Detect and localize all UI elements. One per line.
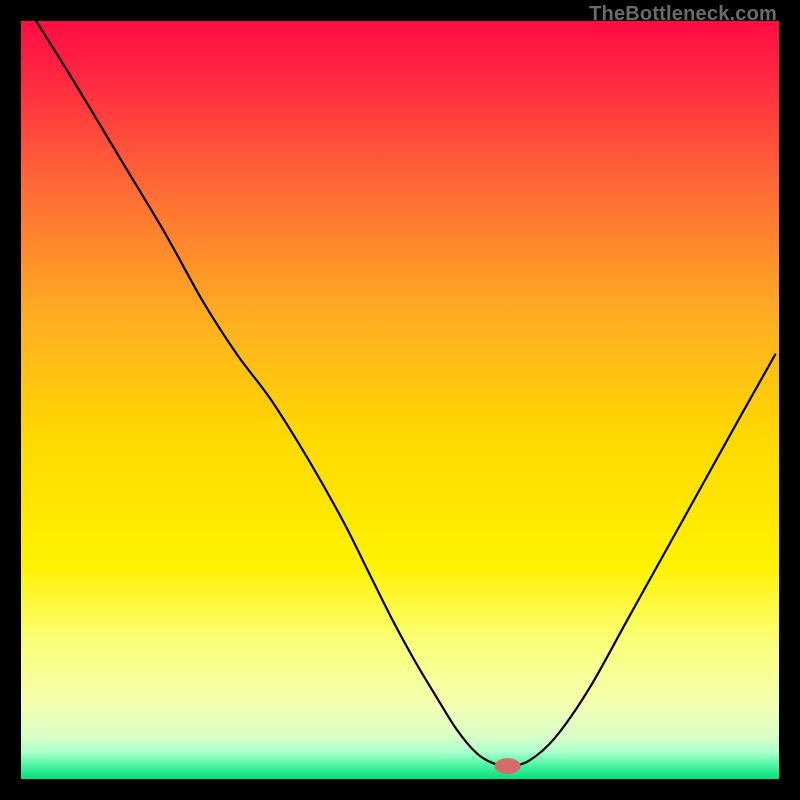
plot-area (21, 21, 779, 779)
marker-layer (21, 21, 779, 779)
chart-stage: TheBottleneck.com (0, 0, 800, 800)
watermark-text: TheBottleneck.com (589, 3, 777, 26)
optimal-marker (495, 758, 521, 774)
